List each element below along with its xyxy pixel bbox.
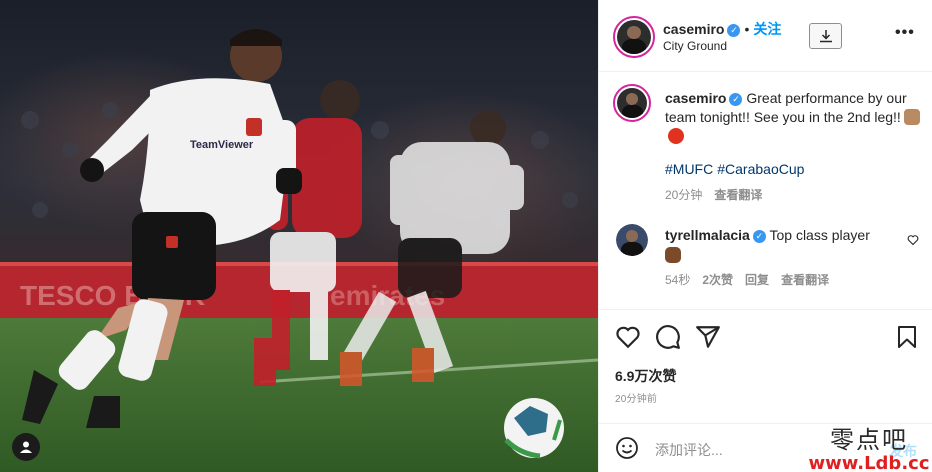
comment-text: Top class player — [769, 227, 870, 243]
post-photo[interactable]: TESCO BANK emirates TeamViewer — [0, 0, 598, 472]
author-avatar[interactable] — [613, 16, 655, 58]
download-icon — [819, 30, 832, 43]
commenter-avatar[interactable] — [616, 224, 648, 256]
comment: tyrellmalacia ✓ Top class player — [665, 226, 895, 265]
post-comment-button[interactable]: 发布 — [889, 441, 917, 461]
download-button[interactable] — [809, 23, 842, 49]
red-circle-emoji-icon — [668, 128, 684, 144]
caption-translate-link[interactable]: 查看翻译 — [714, 188, 762, 202]
hashtag-carabaocup[interactable]: #CarabaoCup — [717, 161, 804, 177]
hashtag-mufc[interactable]: #MUFC — [665, 161, 713, 177]
post-header: casemiro ✓ • 关注 City Ground ••• — [599, 0, 932, 72]
bookmark-icon[interactable] — [895, 324, 919, 350]
comment-username[interactable]: tyrellmalacia — [665, 227, 750, 243]
caption-time[interactable]: 20分钟 — [665, 188, 702, 202]
comment-input[interactable]: 添加评论... — [655, 440, 723, 460]
comment-icon[interactable] — [655, 324, 681, 350]
tagged-users-button[interactable] — [12, 433, 40, 461]
svg-text:TeamViewer: TeamViewer — [190, 139, 254, 151]
comment-composer: 添加评论... 发布 — [599, 423, 932, 472]
comment-likes-count[interactable]: 2次赞 — [702, 273, 733, 287]
emoji-icon[interactable] — [615, 436, 639, 460]
comment-reply-link[interactable]: 回复 — [745, 273, 769, 287]
user-tag-icon — [20, 441, 32, 453]
fist-bump-emoji-icon — [903, 109, 920, 125]
likes-count[interactable]: 6.9万次赞 — [615, 366, 676, 386]
comment-meta: 54秒 2次赞 回复 查看翻译 — [665, 271, 829, 288]
caption-hashtags: #MUFC #CarabaoCup — [665, 161, 808, 177]
follow-button[interactable]: 关注 — [753, 21, 781, 37]
heart-icon — [907, 235, 919, 246]
separator-dot: • — [744, 21, 750, 37]
verified-badge-icon: ✓ — [729, 93, 743, 106]
verified-badge-icon: ✓ — [727, 24, 741, 37]
author-username[interactable]: casemiro — [663, 21, 724, 37]
post-timestamp[interactable]: 20分钟前 — [615, 390, 657, 405]
share-icon[interactable] — [695, 324, 721, 350]
football-scene-image: TESCO BANK emirates TeamViewer — [0, 0, 598, 472]
caption-author-avatar[interactable] — [613, 84, 651, 122]
caption: casemiro ✓ Great performance by our team … — [665, 89, 921, 146]
caption-username[interactable]: casemiro — [665, 90, 726, 106]
verified-badge-icon: ✓ — [752, 230, 766, 243]
post-actions: 6.9万次赞 20分钟前 — [599, 309, 932, 429]
comment-like-button[interactable] — [907, 233, 919, 251]
comment-translate-link[interactable]: 查看翻译 — [781, 273, 829, 287]
clap-emoji-icon — [665, 247, 681, 263]
post-location[interactable]: City Ground — [663, 39, 727, 53]
comment-time[interactable]: 54秒 — [665, 273, 690, 287]
more-options-icon[interactable]: ••• — [895, 24, 915, 42]
author-line: casemiro ✓ • 关注 — [663, 19, 781, 39]
caption-meta: 20分钟 查看翻译 — [665, 186, 762, 203]
heart-icon[interactable] — [615, 324, 641, 350]
post-side-panel: casemiro ✓ • 关注 City Ground ••• casemiro ✓ G… — [598, 0, 932, 472]
